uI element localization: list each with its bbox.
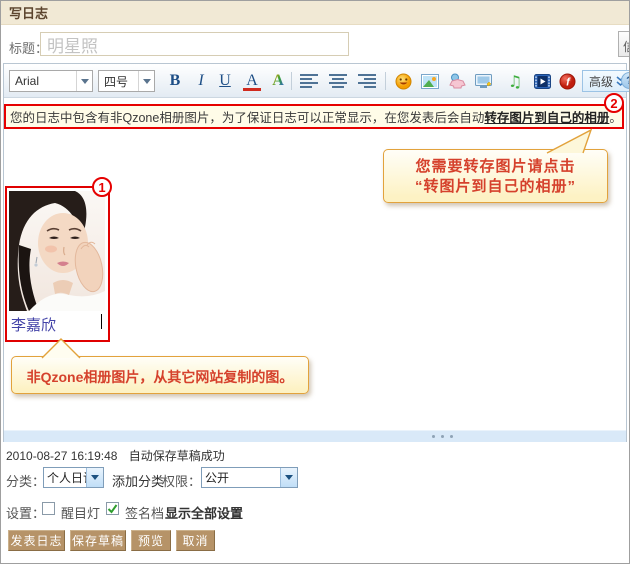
photo-caption-link[interactable]: 李嘉欣 [11,314,56,335]
font-family-select[interactable]: Arial [9,70,93,92]
permission-value: 公开 [202,469,280,486]
signature-option-label: 签名档 [125,503,164,522]
callout-tail [539,128,599,154]
autosave-time: 2010-08-27 16:19:48 [6,449,117,463]
bold-button[interactable]: B [164,70,186,92]
music-button[interactable]: ♫ [504,70,526,92]
paster-icon [449,73,466,89]
autosave-status: 2010-08-27 16:19:48 自动保存草稿成功 [6,447,225,464]
align-right-button[interactable] [355,70,379,92]
callout-line1: 您需要转存图片请点击 [384,157,607,177]
align-center-icon [329,74,347,88]
category-select[interactable]: 个人日记 [43,467,104,488]
callout-bottom-text: 非Qzone相册图片，从其它网站复制的图。 [12,367,308,387]
add-category-link[interactable]: 添加分类 [112,471,164,490]
transfer-images-link[interactable]: 转存图片到自己的相册 [484,107,609,126]
permission-select[interactable]: 公开 [201,467,298,488]
image-icon [421,74,439,89]
font-size-value: 四号 [99,73,138,90]
stationery-button[interactable]: 信纸 [618,31,630,57]
font-size-select[interactable]: 四号 [98,70,155,92]
toolbar-separator [291,72,292,90]
highlight-checkbox[interactable] [42,502,55,515]
align-right-icon [358,74,376,88]
category-label: 分类： [6,471,45,490]
preview-button[interactable]: 预览 [131,530,171,551]
screenshot-button[interactable] [473,70,495,92]
category-value: 个人日记 [44,469,86,486]
chevron-down-icon [138,71,154,91]
toolbar-separator [385,72,386,90]
music-icon: ♫ [508,72,522,91]
callout-source-tip: 非Qzone相册图片，从其它网站复制的图。 [11,356,309,394]
write-blog-page: 写日志 标题： 信纸 Arial 四号 B I U A A [0,0,630,564]
art-text-button[interactable]: A [267,70,289,92]
show-all-settings-link[interactable]: 显示全部设置 [165,503,243,522]
drag-dots-icon [432,435,453,438]
insert-image-button[interactable] [419,70,441,92]
emoticon-button[interactable] [392,70,414,92]
align-left-icon [300,74,318,88]
highlight-option-label: 醒目灯 [61,503,100,522]
editor-toolbar: Arial 四号 B I U A A [4,64,626,98]
chevron-down-icon [76,71,92,91]
video-icon [534,74,551,89]
permission-label: 权限： [162,471,201,490]
flash-icon: f [559,73,576,90]
celebrity-photo[interactable] [9,191,105,311]
save-draft-button[interactable]: 保存草稿 [70,530,126,551]
page-title: 写日志 [9,3,48,22]
help-icon: ? [626,75,630,87]
page-header: 写日志 [1,1,629,25]
color-swatch [243,88,261,91]
callout-tail [37,337,85,359]
cancel-button[interactable]: 取消 [176,530,215,551]
annotation-badge-1: 1 [92,177,112,197]
check-icon [107,503,118,514]
italic-button[interactable]: I [190,70,212,92]
editor-resize-handle[interactable] [4,430,626,442]
chevron-down-icon [280,468,297,487]
paster-button[interactable] [446,70,468,92]
signature-checkbox[interactable] [106,502,119,515]
advanced-label: 高级 [589,73,613,90]
annotation-badge-2: 2 [604,93,624,113]
font-family-value: Arial [10,74,76,88]
autosave-message: 自动保存草稿成功 [129,449,225,463]
chevron-down-icon [86,468,103,487]
notice-text: 您的日志中包含有非Qzone相册图片，为了保证日志可以正常显示，在您发表后会自动 [10,107,484,126]
screenshot-icon [475,73,493,89]
align-center-button[interactable] [326,70,350,92]
settings-label: 设置： [6,503,45,522]
font-color-button[interactable]: A [240,70,264,92]
callout-transfer-tip: 您需要转存图片请点击 “转图片到自己的相册” [383,149,608,203]
publish-button[interactable]: 发表日志 [8,530,65,551]
callout-line2: “转图片到自己的相册” [384,177,607,197]
align-left-button[interactable] [297,70,321,92]
title-input[interactable] [40,32,349,56]
video-button[interactable] [531,70,553,92]
underline-button[interactable]: U [214,70,236,92]
flash-button[interactable]: f [556,70,578,92]
text-caret [101,314,102,329]
photo-annotation-box: 李嘉欣 [5,186,110,342]
emoticon-icon [395,73,412,90]
non-qzone-image-notice: 您的日志中包含有非Qzone相册图片，为了保证日志可以正常显示，在您发表后会自动… [4,104,624,129]
